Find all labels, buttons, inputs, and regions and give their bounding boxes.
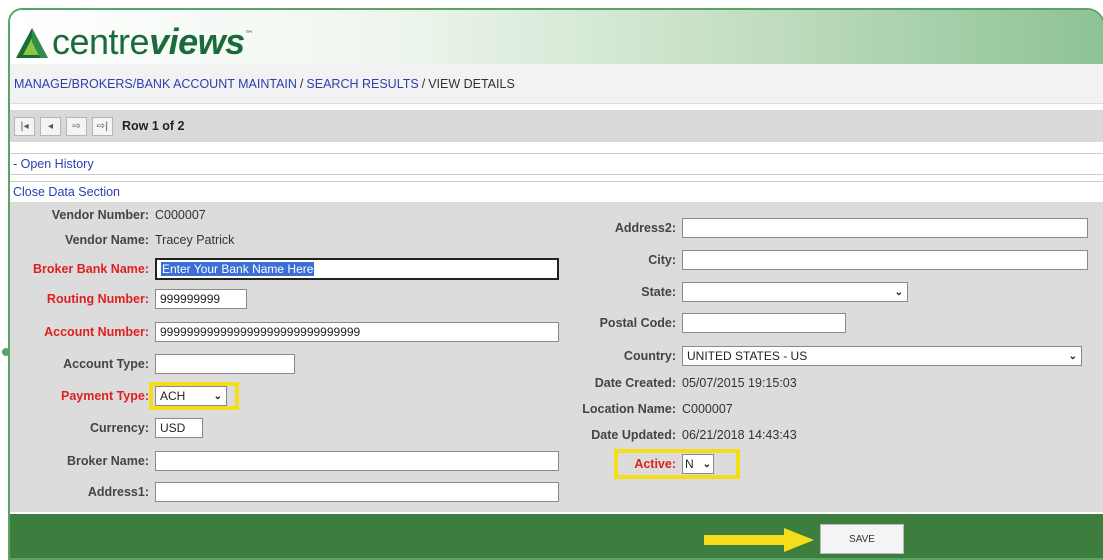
country-row: Country: UNITED STATES - US ⌄ [10, 346, 1082, 366]
location-name-value: C000007 [682, 402, 733, 416]
date-updated-row: Date Updated: 06/21/2018 14:43:43 [10, 428, 797, 442]
data-section: Vendor Number: C000007 Vendor Name: Trac… [10, 202, 1103, 512]
chevron-down-icon: ⌄ [1068, 350, 1077, 362]
last-record-icon: ⇨| [96, 120, 109, 132]
breadcrumb-separator: / [299, 76, 304, 91]
breadcrumb-separator: / [421, 76, 426, 91]
row-indicator: Row 1 of 2 [122, 119, 185, 133]
address2-label: Address2: [614, 221, 676, 235]
active-value: N [685, 457, 694, 471]
location-name-row: Location Name: C000007 [10, 402, 733, 416]
address2-input[interactable] [682, 218, 1088, 238]
next-record-button[interactable]: ⇨ [66, 116, 87, 136]
location-name-label: Location Name: [582, 402, 676, 416]
open-history-link[interactable]: - Open History [10, 153, 1103, 175]
state-select[interactable]: ⌄ [682, 282, 908, 302]
logo-triangle-icon [16, 28, 48, 58]
active-select[interactable]: N ⌄ [682, 454, 714, 474]
record-navigator: |◂ ◂ ⇨ ⇨| Row 1 of 2 [10, 110, 1103, 142]
active-row: Active: N ⌄ [10, 454, 714, 474]
address2-row: Address2: [10, 218, 1088, 238]
country-label: Country: [623, 349, 676, 363]
logo-wordmark: centreviews [52, 21, 245, 62]
address1-label: Address1: [87, 485, 149, 499]
payment-type-label: Payment Type: [61, 389, 149, 403]
date-created-value: 05/07/2015 19:15:03 [682, 376, 797, 390]
postal-code-input[interactable] [682, 313, 846, 333]
state-label: State: [641, 285, 676, 299]
first-record-button[interactable]: |◂ [14, 116, 35, 136]
date-created-row: Date Created: 05/07/2015 19:15:03 [10, 376, 797, 390]
trademark-mark: ™ [244, 30, 254, 40]
postal-code-label: Postal Code: [599, 316, 676, 330]
chevron-down-icon: ⌄ [213, 390, 222, 402]
city-row: City: [10, 250, 1088, 270]
date-created-label: Date Created: [594, 376, 676, 390]
date-updated-value: 06/21/2018 14:43:43 [682, 428, 797, 442]
chevron-down-icon: ⌄ [702, 458, 711, 470]
breadcrumb-current: VIEW DETAILS [428, 76, 515, 91]
centreviews-logo[interactable]: centreviews ™ [14, 20, 254, 60]
close-data-section-link[interactable]: Close Data Section [10, 181, 1103, 203]
breadcrumb: MANAGE/BROKERS/BANK ACCOUNT MAINTAIN / S… [10, 64, 1103, 104]
city-label: City: [648, 253, 676, 267]
payment-type-value: ACH [160, 389, 186, 403]
chevron-down-icon: ⌄ [894, 286, 903, 298]
previous-record-button[interactable]: ◂ [40, 116, 61, 136]
app-window: centreviews ™ MANAGE/BROKERS/BANK ACCOUN… [8, 8, 1103, 560]
address1-row: Address1: [10, 482, 559, 502]
footer-bar: SAVE [10, 514, 1103, 558]
last-record-button[interactable]: ⇨| [92, 116, 113, 136]
breadcrumb-link-search-results[interactable]: SEARCH RESULTS [306, 77, 418, 91]
arrow-right-icon [704, 528, 814, 552]
country-select[interactable]: UNITED STATES - US ⌄ [682, 346, 1082, 366]
breadcrumb-link-manage[interactable]: MANAGE/BROKERS/BANK ACCOUNT MAINTAIN [14, 77, 297, 91]
active-label: Active: [634, 457, 676, 471]
next-record-icon: ⇨ [72, 120, 81, 132]
date-updated-label: Date Updated: [591, 428, 676, 442]
state-row: State: ⌄ [10, 282, 908, 302]
postal-code-row: Postal Code: [10, 313, 846, 333]
header: centreviews ™ [10, 10, 1103, 64]
previous-record-icon: ◂ [47, 120, 54, 132]
country-value: UNITED STATES - US [687, 349, 808, 363]
address1-input[interactable] [155, 482, 559, 502]
save-button[interactable]: SAVE [820, 524, 904, 554]
first-record-icon: |◂ [20, 120, 29, 132]
city-input[interactable] [682, 250, 1088, 270]
